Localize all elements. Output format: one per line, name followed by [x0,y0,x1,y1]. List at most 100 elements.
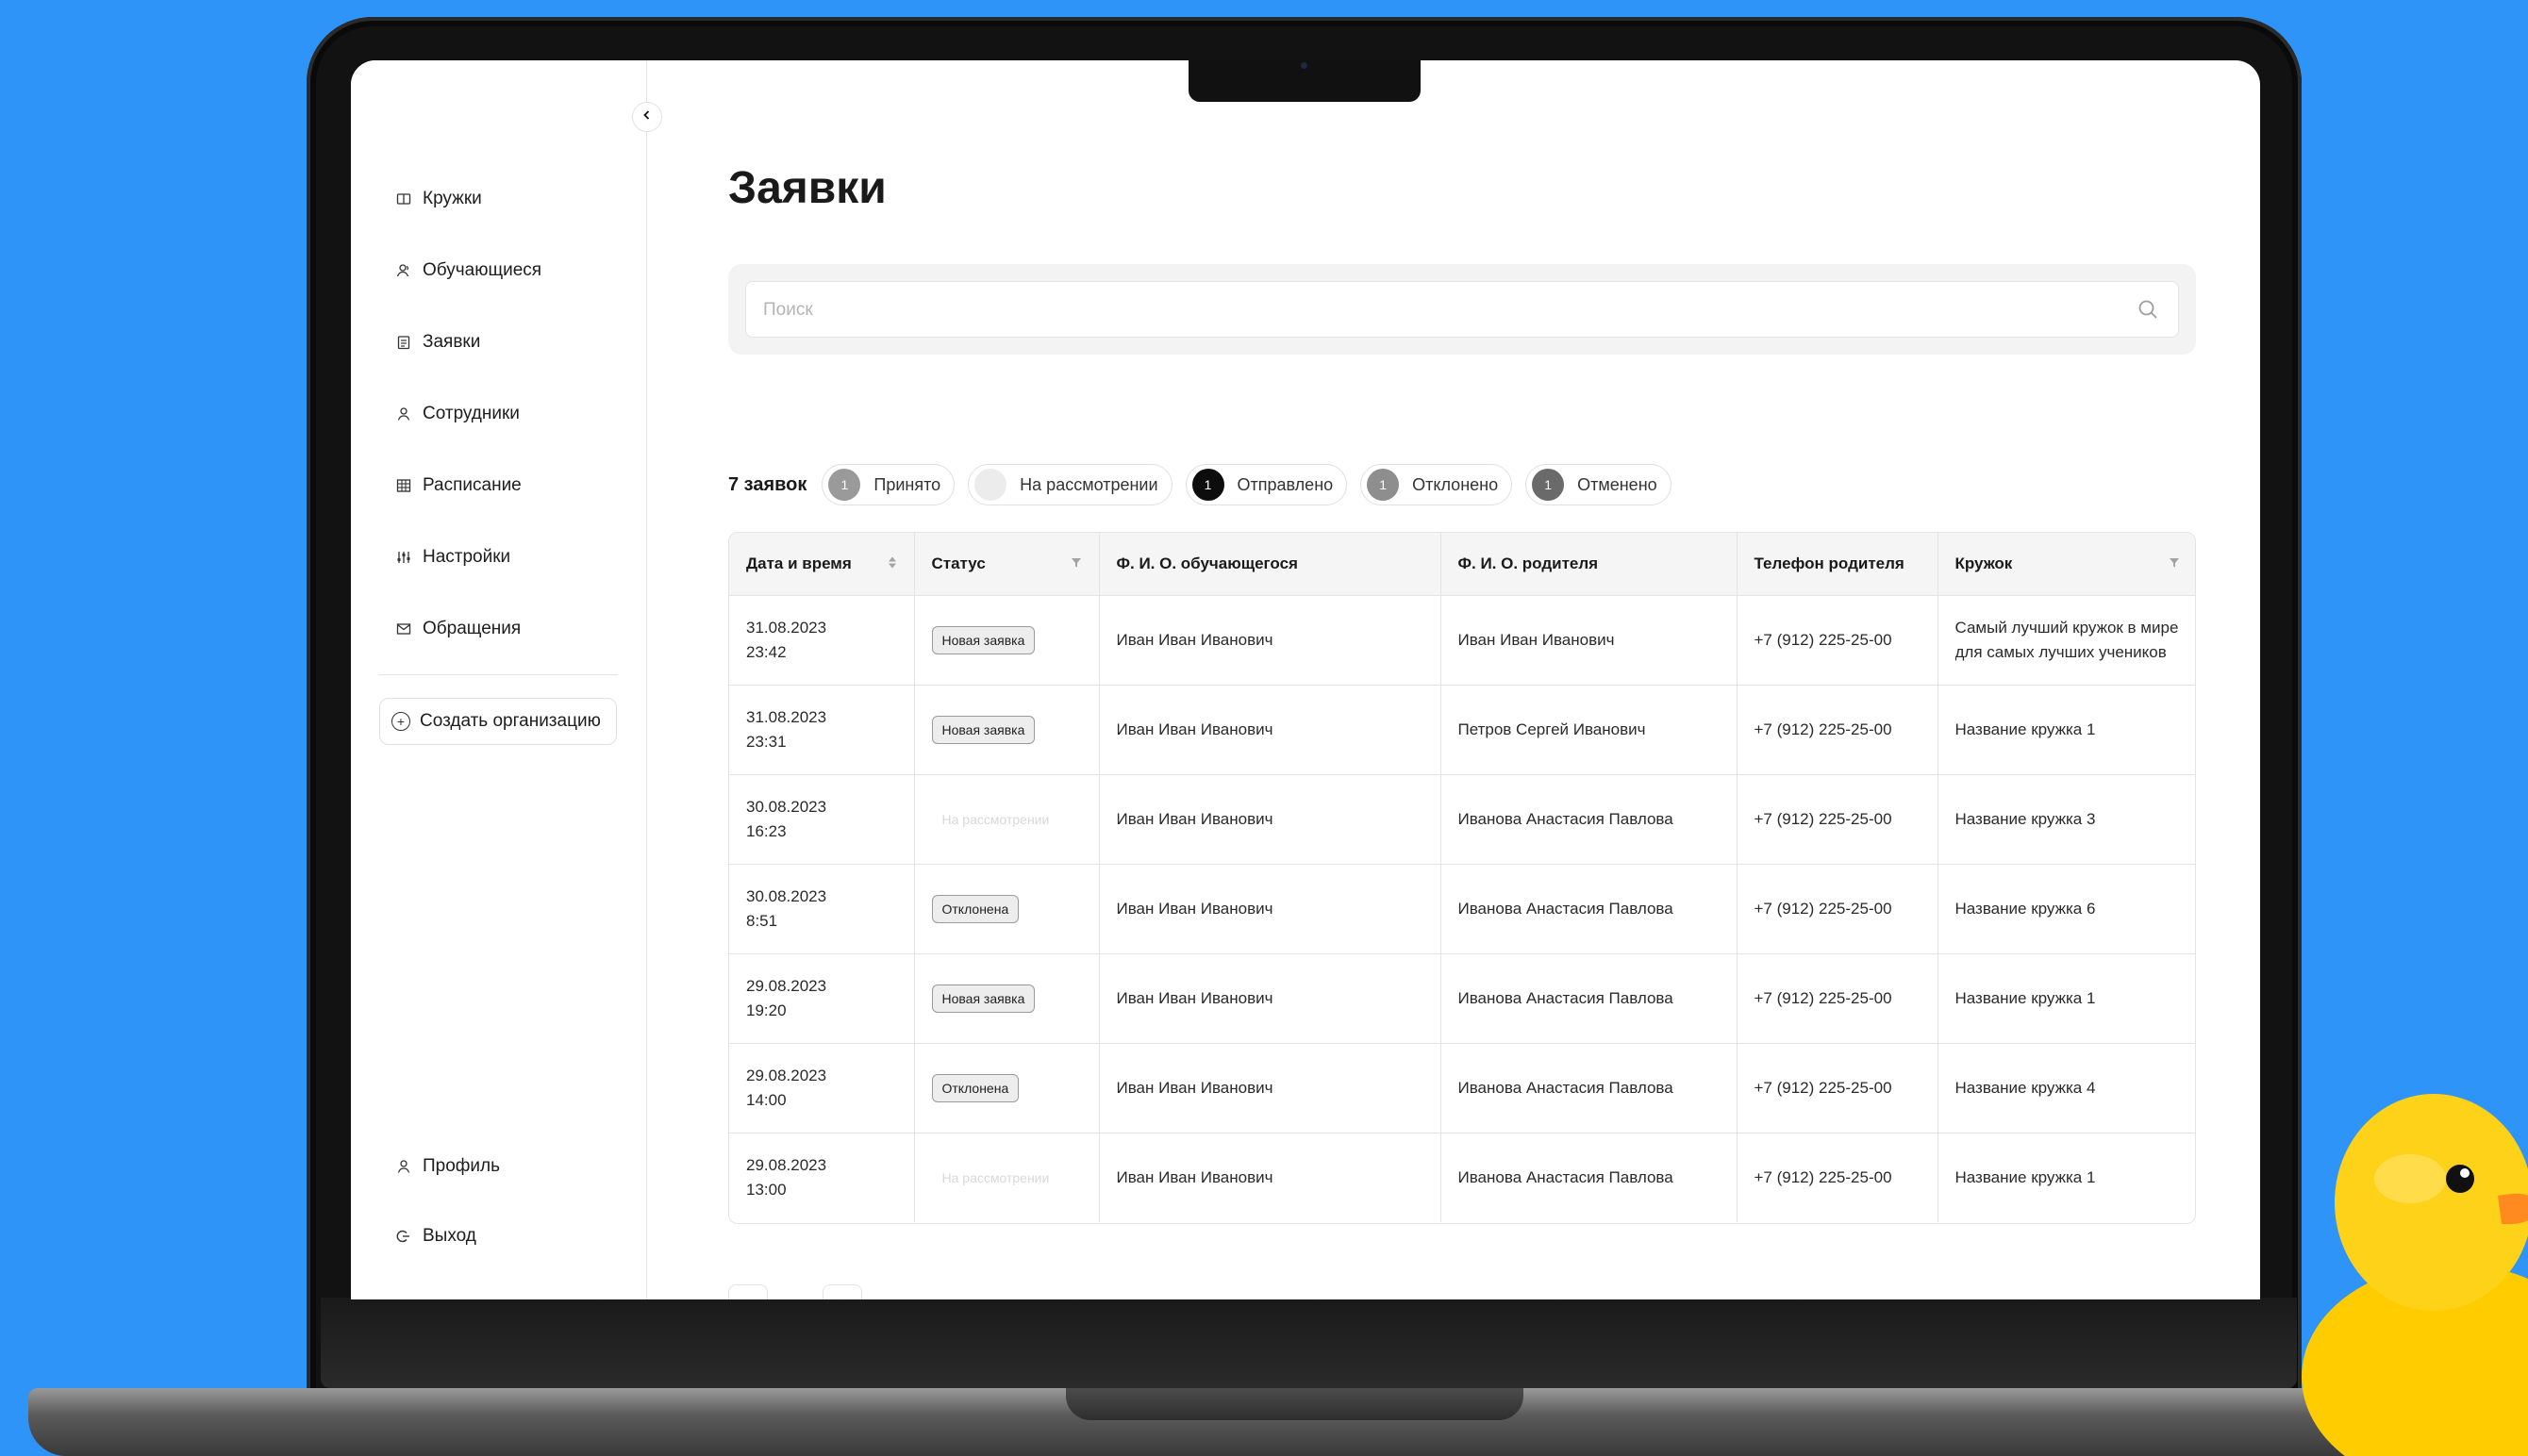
page-title: Заявки [728,163,887,213]
status-badge: На рассмотрении [941,1170,1050,1185]
parent-phone: +7 (912) 225-25-00 [1754,720,1892,738]
status-badge: Новая заявка [931,716,1036,744]
column-header-label: Ф. И. О. обучающегося [1116,554,1298,572]
cell-time: 8:51 [746,912,778,930]
cell-datetime: 31.08.2023 23:31 [729,685,915,775]
sidebar-item-requests[interactable]: Заявки [396,323,541,362]
cell-time: 23:42 [746,643,787,661]
cell-date: 30.08.2023 [746,887,827,905]
prev-page-button[interactable] [728,1284,768,1299]
cell-date: 29.08.2023 [746,1067,827,1084]
clipboard-icon [396,335,411,350]
cell-club: Название кружка 3 [1938,774,2195,865]
parent-name: Иванова Анастасия Павлова [1457,1079,1673,1097]
column-header-label: Дата и время [746,554,852,572]
table-row[interactable]: 31.08.2023 23:42 Новая заявка Иван Иван Ива… [729,595,2195,686]
sidebar-item-label: Выход [423,1226,476,1246]
chip-count: 1 [828,469,861,501]
column-header-parent: Ф. И. О. родителя [1440,533,1738,596]
filter-chip-rejected[interactable]: 1 Отклонено [1360,464,1513,505]
filter-icon[interactable] [1071,557,1082,571]
club-name: Название кружка 6 [1954,900,2096,918]
sort-icon[interactable] [888,556,897,572]
column-header-student: Ф. И. О. обучающегося [1099,533,1441,596]
table-row[interactable]: 29.08.2023 19:20 Новая заявка Иван Иван Ива… [729,953,2195,1044]
filter-chip-accepted[interactable]: 1 Принято [822,464,956,505]
chevron-left-icon [742,1295,754,1299]
club-name: Название кружка 3 [1954,810,2096,828]
requests-count: 7 заявок [728,473,807,495]
sidebar-item-profile[interactable]: Профиль [396,1147,500,1186]
sidebar-divider [379,674,618,675]
collapse-sidebar-button[interactable] [632,102,662,132]
chip-label: Принято [873,474,941,494]
cell-time: 14:00 [746,1091,787,1109]
column-header-datetime[interactable]: Дата и время [729,533,915,596]
sidebar-item-label: Заявки [423,332,481,352]
cell-phone: +7 (912) 225-25-00 [1737,595,1938,686]
chevron-left-icon [641,108,653,125]
sidebar-item-students[interactable]: Обучающиеся [396,251,541,290]
create-organization-button[interactable]: + Создать организацию [379,698,617,745]
sidebar: Кружки Обучающиеся Заявки Сотрудники Рас… [351,60,647,1299]
laptop-hinge [321,1298,2297,1388]
club-name: Название кружка 1 [1954,1168,2096,1186]
chip-label: Отклонено [1412,474,1499,494]
club-name: Название кружка 1 [1954,720,2096,738]
sliders-icon [396,550,411,565]
table-row[interactable]: 29.08.2023 13:00 На рассмотрении Иван Иван … [729,1133,2195,1222]
sidebar-item-schedule[interactable]: Расписание [396,466,541,505]
table-row[interactable]: 31.08.2023 23:31 Новая заявка Иван Иван Ива… [729,685,2195,775]
filter-chip-under-review[interactable]: На рассмотрении [968,464,1173,505]
search-box [745,281,2179,339]
table-row[interactable]: 30.08.2023 16:23 На рассмотрении Иван Иван … [729,774,2195,865]
column-header-club[interactable]: Кружок [1938,533,2195,596]
next-page-button[interactable] [823,1284,862,1299]
plus-circle-icon: + [391,712,410,731]
cell-club: Название кружка 1 [1938,685,2195,775]
sidebar-item-label: Настройки [423,547,511,567]
sidebar-item-settings[interactable]: Настройки [396,538,541,577]
cell-date: 31.08.2023 [746,708,827,726]
chip-label: Отправлено [1237,474,1334,494]
filter-chip-sent[interactable]: 1 Отправлено [1185,464,1348,505]
requests-table: Дата и время Статус Ф. И. О. обучающегос… [728,532,2196,1224]
filter-icon[interactable] [2169,557,2180,571]
student-name: Иван Иван Иванович [1116,810,1273,828]
filter-chip-cancelled[interactable]: 1 Отменено [1525,464,1671,505]
table-header-row: Дата и время Статус Ф. И. О. обучающегос… [729,533,2195,596]
student-name: Иван Иван Иванович [1116,1168,1273,1186]
sidebar-item-label: Расписание [423,475,522,495]
parent-phone: +7 (912) 225-25-00 [1754,810,1892,828]
cell-student: Иван Иван Иванович [1099,1043,1441,1133]
chip-count: 1 [1367,469,1400,501]
sidebar-item-label: Профиль [423,1156,501,1176]
sidebar-item-logout[interactable]: Выход [396,1216,500,1256]
sidebar-item-clubs[interactable]: Кружки [396,179,541,219]
cell-club: Самый лучший кружок в мире для самых луч… [1938,595,2195,686]
table-row[interactable]: 29.08.2023 14:00 Отклонена Иван Иван Иванов… [729,1043,2195,1133]
cell-club: Название кружка 6 [1938,864,2195,954]
cell-student: Иван Иван Иванович [1099,774,1441,865]
cell-date: 31.08.2023 [746,619,827,637]
sidebar-item-appeals[interactable]: Обращения [396,609,541,649]
table-row[interactable]: 30.08.2023 8:51 Отклонена Иван Иван Иванови… [729,864,2195,954]
cell-parent: Иванова Анастасия Павлова [1440,774,1738,865]
status-badge: Отклонена [931,895,1020,923]
column-header-status[interactable]: Статус [914,533,1100,596]
status-badge: Отклонена [931,1074,1020,1102]
search-input[interactable] [761,282,2104,339]
cell-status: На рассмотрении [914,774,1100,865]
student-name: Иван Иван Иванович [1116,631,1273,649]
parent-name: Иван Иван Иванович [1457,631,1615,649]
parent-name: Иванова Анастасия Павлова [1457,900,1673,918]
user-icon [396,406,411,422]
chip-label: На рассмотрении [1020,474,1158,494]
laptop-lip [1066,1388,1523,1420]
search-icon[interactable] [2137,298,2159,321]
sidebar-item-label: Кружки [423,189,482,208]
chip-label: Отменено [1577,474,1657,494]
sidebar-item-staff[interactable]: Сотрудники [396,394,541,434]
parent-phone: +7 (912) 225-25-00 [1754,1168,1892,1186]
app-screen: Кружки Обучающиеся Заявки Сотрудники Рас… [351,60,2260,1299]
